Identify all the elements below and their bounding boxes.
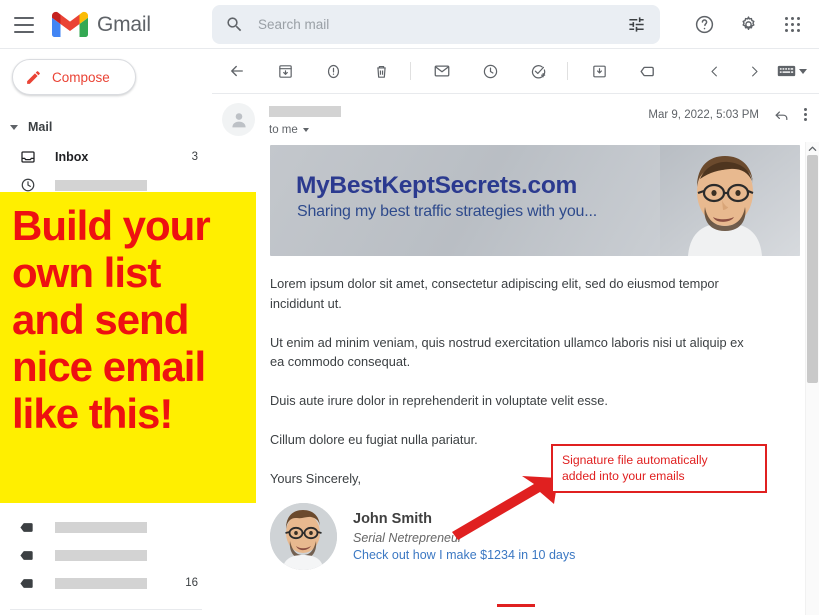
label-tag-icon	[18, 575, 37, 592]
recipient-label: to me	[269, 124, 298, 136]
sidebar-item-label-redacted	[55, 179, 147, 191]
keyboard-input-tools-icon[interactable]	[777, 56, 807, 86]
sidebar-item-label-2[interactable]	[0, 541, 212, 569]
add-to-tasks-icon[interactable]	[523, 56, 553, 86]
gmail-logo[interactable]: Gmail	[52, 11, 151, 38]
yellow-promo-overlay: Build your own list and send nice email …	[0, 192, 256, 503]
bottom-red-marker	[497, 604, 535, 607]
label-tag-icon	[18, 547, 37, 564]
message-meta: Mar 9, 2022, 5:03 PM	[648, 106, 807, 123]
archive-box-icon[interactable]	[270, 56, 300, 86]
recipient-dropdown[interactable]: to me	[269, 124, 341, 136]
vertical-scrollbar[interactable]	[805, 142, 819, 615]
hamburger-menu-icon[interactable]	[14, 16, 34, 33]
search-icon	[225, 15, 244, 34]
toolbar-separator	[567, 62, 568, 80]
search-bar[interactable]	[212, 5, 660, 44]
clock-snoozed-icon	[18, 177, 37, 193]
message-header: to me Mar 9, 2022, 5:03 PM	[212, 94, 819, 140]
sidebar-section-mail[interactable]: Mail	[0, 115, 212, 139]
message-toolbar	[212, 49, 819, 93]
trash-delete-icon[interactable]	[366, 56, 396, 86]
sidebar-item-label-1[interactable]	[0, 513, 212, 541]
sidebar-divider	[10, 609, 202, 610]
banner-title: MyBestKeptSecrets.com	[296, 172, 578, 199]
promo-line-1: Build your	[12, 202, 211, 249]
promo-line-4: nice email	[12, 343, 206, 391]
sender-avatar-placeholder[interactable]	[222, 103, 255, 136]
sidebar-item-label-redacted	[55, 577, 147, 589]
signature-callout: Signature file automatically added into …	[551, 444, 767, 493]
gmail-window: Gmail Search mail Compose Mail Inbox 3 1…	[0, 0, 819, 615]
sender-block: to me	[269, 103, 341, 140]
chevron-down-icon	[799, 68, 807, 74]
sender-name-redacted	[269, 106, 341, 117]
back-arrow-icon[interactable]	[222, 56, 252, 86]
sidebar-item-label-redacted	[55, 549, 147, 561]
sidebar-item-inbox-label: Inbox	[55, 150, 89, 164]
previous-chevron-icon[interactable]	[699, 56, 729, 86]
gmail-wordmark: Gmail	[97, 12, 151, 36]
scroll-up-arrow-icon[interactable]	[806, 142, 819, 154]
email-paragraph: Lorem ipsum dolor sit amet, consectetur …	[270, 276, 719, 311]
report-spam-icon[interactable]	[318, 56, 348, 86]
tune-filter-icon[interactable]	[627, 15, 646, 34]
sidebar-section-mail-label: Mail	[28, 120, 53, 134]
sidebar-item-inbox-count: 3	[191, 151, 198, 163]
man-with-glasses-photo	[660, 145, 800, 256]
compose-label: Compose	[52, 69, 110, 85]
mark-unread-envelope-icon[interactable]	[427, 56, 457, 86]
snooze-clock-icon[interactable]	[475, 56, 505, 86]
label-tag-icon[interactable]	[632, 56, 662, 86]
pencil-compose-icon	[25, 69, 42, 86]
sidebar-item-inbox[interactable]: Inbox 3	[0, 143, 212, 171]
apps-grid-icon[interactable]	[775, 8, 809, 42]
callout-line-1: Signature file automatically	[562, 453, 708, 467]
sidebar-item-label-redacted	[55, 521, 147, 533]
gear-settings-icon[interactable]	[731, 8, 765, 42]
sidebar-item-count: 16	[185, 577, 198, 589]
inbox-icon	[18, 149, 37, 165]
email-banner-image: MyBestKeptSecrets.com Sharing my best tr…	[270, 145, 800, 256]
email-paragraph: Ut enim ad minim veniam, quis nostrud ex…	[270, 334, 744, 370]
sidebar-item-label-3[interactable]: 16	[0, 569, 212, 597]
top-header: Gmail	[0, 0, 819, 49]
email-paragraph: Duis aute irure dolor in reprehenderit i…	[270, 393, 608, 409]
more-vertical-dots-icon[interactable]	[804, 108, 807, 121]
next-chevron-icon[interactable]	[739, 56, 769, 86]
callout-line-2: added into your emails	[562, 469, 685, 484]
compose-button[interactable]: Compose	[12, 59, 136, 95]
label-tag-icon	[18, 519, 37, 536]
toolbar-separator	[410, 62, 411, 80]
vertical-scroll-thumb[interactable]	[807, 155, 818, 383]
chevron-down-icon	[10, 124, 18, 130]
promo-line-5: like this!	[12, 390, 173, 438]
message-date: Mar 9, 2022, 5:03 PM	[648, 108, 759, 121]
reply-arrow-icon[interactable]	[773, 106, 790, 123]
promo-line-2: own list	[12, 249, 161, 297]
banner-subtitle: Sharing my best traffic strategies with …	[297, 203, 597, 220]
john-smith-headshot	[270, 502, 337, 570]
chevron-down-icon	[302, 128, 309, 132]
promo-line-3: and send	[12, 296, 189, 344]
callout-arrow	[452, 476, 558, 540]
gmail-m-logo	[52, 11, 88, 38]
move-to-icon[interactable]	[584, 56, 614, 86]
toolbar-right-group	[699, 56, 807, 86]
help-question-icon[interactable]	[687, 8, 721, 42]
header-actions	[687, 0, 809, 49]
search-input[interactable]	[258, 17, 627, 32]
